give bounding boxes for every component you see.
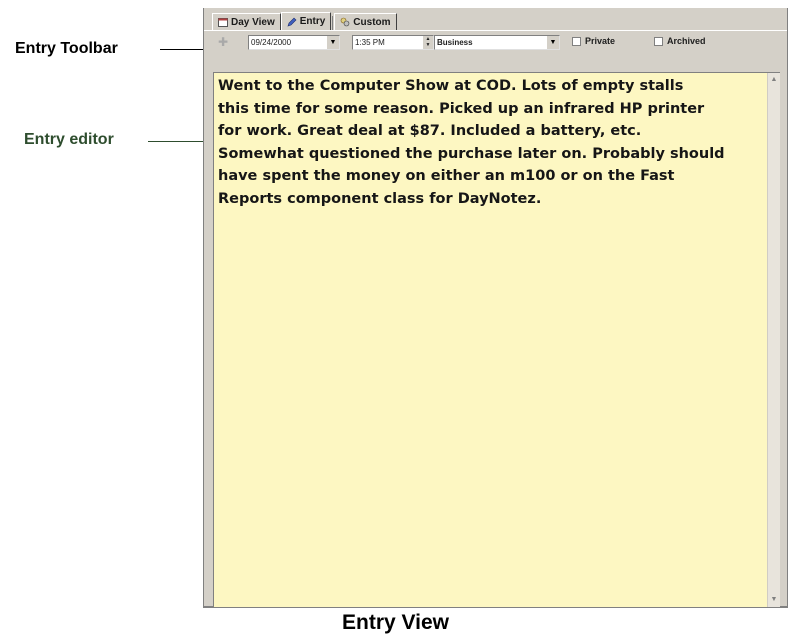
tab-day-view-label: Day View	[231, 16, 275, 28]
chevron-down-icon[interactable]: ▼	[326, 36, 339, 49]
view-tabs: Day View Entry Custom	[212, 12, 397, 30]
scroll-up-icon[interactable]: ▲	[768, 74, 780, 86]
scroll-down-icon[interactable]: ▼	[768, 594, 780, 606]
tab-divider	[332, 16, 334, 30]
archived-checkbox[interactable]: Archived	[654, 36, 706, 46]
private-checkbox-box[interactable]	[572, 36, 581, 46]
tab-custom-label: Custom	[353, 16, 391, 28]
date-value: 09/24/2000	[251, 38, 292, 47]
entry-view-window: Day View Entry Custom ✚ 09/24/2000 ▼ 1:3…	[203, 8, 788, 608]
entry-toolbar-callout: Entry Toolbar	[15, 40, 118, 57]
entry-editor-callout: Entry editor	[24, 131, 114, 148]
spin-arrows-icon[interactable]: ▲ ▼	[423, 36, 433, 49]
calendar-icon	[218, 18, 228, 27]
archived-checkbox-box[interactable]	[654, 36, 663, 46]
category-select[interactable]: Business ▼	[434, 35, 560, 50]
entry-editor-callout-line	[148, 141, 204, 142]
pen-icon	[287, 17, 297, 26]
archived-label: Archived	[667, 36, 706, 46]
entry-editor[interactable]: Went to the Computer Show at COD. Lots o…	[213, 72, 780, 608]
time-value: 1:35 PM	[355, 38, 385, 47]
tab-entry[interactable]: Entry	[280, 12, 332, 30]
tab-day-view[interactable]: Day View	[212, 13, 281, 30]
custom-view-icon	[340, 17, 350, 27]
figure-caption: Entry View	[342, 611, 449, 634]
category-value: Business	[437, 38, 473, 47]
entry-text[interactable]: Went to the Computer Show at COD. Lots o…	[218, 75, 766, 210]
private-checkbox[interactable]: Private	[572, 36, 615, 46]
private-label: Private	[585, 36, 616, 46]
tab-entry-label: Entry	[299, 16, 326, 27]
chevron-down-icon[interactable]: ▼	[546, 36, 559, 49]
new-entry-icon[interactable]: ✚	[216, 36, 230, 49]
entry-toolbar: ✚ 09/24/2000 ▼ 1:35 PM ▲ ▼ Business ▼ Pri…	[204, 30, 787, 54]
tab-custom[interactable]: Custom	[334, 13, 397, 30]
entry-toolbar-callout-line	[160, 49, 204, 50]
date-dropdown[interactable]: 09/24/2000 ▼	[248, 35, 340, 50]
vertical-scrollbar[interactable]: ▲ ▼	[767, 73, 780, 607]
time-spinner[interactable]: 1:35 PM ▲ ▼	[352, 35, 434, 50]
